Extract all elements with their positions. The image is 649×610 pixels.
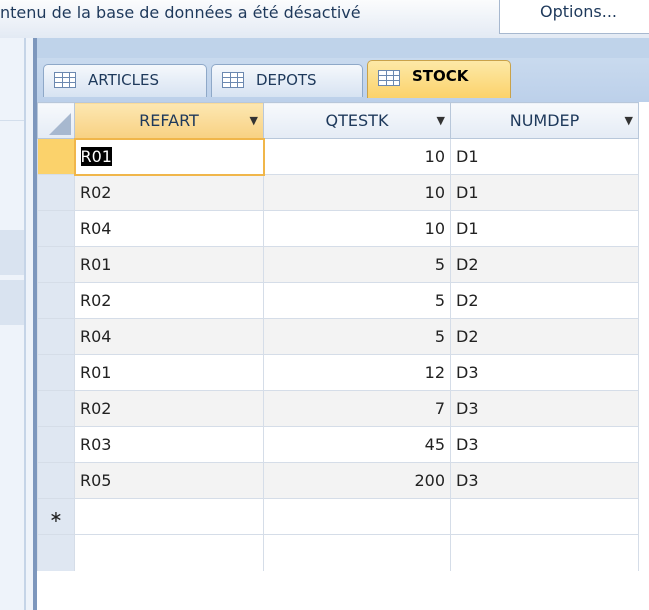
cell-numdep[interactable]: D2	[450, 318, 639, 355]
cell-qtestk[interactable]: 10	[263, 210, 451, 247]
cell-qtestk[interactable]: 10	[263, 138, 451, 175]
tab-label: STOCK	[412, 67, 469, 85]
record-selector[interactable]	[37, 354, 75, 391]
table-row[interactable]: R02 10 D1	[37, 174, 639, 211]
empty-cell	[450, 534, 639, 571]
cell-value: R01	[80, 255, 112, 274]
column-header-label: QTESTK	[325, 111, 389, 130]
column-header-qtestk[interactable]: ▼ QTESTK	[263, 102, 451, 139]
cell-refart[interactable]: R01	[73, 137, 265, 176]
empty-cell	[37, 534, 75, 571]
document-tab-strip: ARTICLES DEPOTS STOCK	[37, 58, 649, 102]
record-selector[interactable]	[37, 174, 75, 211]
cell-numdep[interactable]: D1	[450, 174, 639, 211]
cell-refart[interactable]: R05	[74, 462, 264, 499]
tab-label: ARTICLES	[88, 71, 160, 89]
cell-refart[interactable]: R01	[74, 246, 264, 283]
cell-numdep[interactable]	[450, 498, 639, 535]
nav-group-strip[interactable]	[0, 230, 24, 275]
column-header-label: REFART	[139, 110, 199, 130]
cell-numdep[interactable]: D1	[450, 210, 639, 247]
cell-qtestk[interactable]: 45	[263, 426, 451, 463]
record-selector[interactable]	[37, 210, 75, 247]
table-row[interactable]: R02 7 D3	[37, 390, 639, 427]
cell-value: R04	[80, 219, 112, 238]
table-row[interactable]: R01 5 D2	[37, 246, 639, 283]
datasheet-view: ▼ REFART ▼ QTESTK ▼ NUMDEP R01 10 D1 R02…	[37, 102, 649, 610]
cell-value: R04	[80, 327, 112, 346]
table-row[interactable]: R03 45 D3	[37, 426, 639, 463]
cell-refart[interactable]: R02	[74, 174, 264, 211]
column-header-label: NUMDEP	[509, 111, 580, 130]
cell-refart[interactable]	[74, 498, 264, 535]
cell-numdep[interactable]: D3	[450, 354, 639, 391]
cell-value: R05	[80, 471, 112, 490]
new-record-icon[interactable]: ∗	[37, 498, 75, 535]
cell-numdep[interactable]: D3	[450, 390, 639, 427]
cell-qtestk[interactable]: 200	[263, 462, 451, 499]
cell-value: R02	[80, 291, 112, 310]
cell-refart[interactable]: R04	[74, 318, 264, 355]
empty-cell	[74, 534, 264, 571]
cell-numdep[interactable]: D3	[450, 462, 639, 499]
navigation-pane[interactable]	[0, 38, 36, 610]
cell-qtestk[interactable]: 5	[263, 318, 451, 355]
datasheet-table-icon	[378, 70, 400, 86]
select-all-button[interactable]	[37, 102, 75, 139]
cell-qtestk[interactable]: 5	[263, 246, 451, 283]
table-row[interactable]: R01 12 D3	[37, 354, 639, 391]
table-row[interactable]: R04 10 D1	[37, 210, 639, 247]
new-record-row[interactable]: ∗	[37, 498, 639, 535]
options-button[interactable]: Options...	[499, 0, 649, 34]
header-row: ▼ REFART ▼ QTESTK ▼ NUMDEP	[37, 102, 639, 139]
cell-qtestk[interactable]: 12	[263, 354, 451, 391]
cell-refart[interactable]: R02	[74, 390, 264, 427]
cell-refart[interactable]: R04	[74, 210, 264, 247]
select-all-triangle-icon	[49, 113, 71, 135]
record-selector[interactable]	[37, 390, 75, 427]
datasheet-table-icon	[222, 72, 244, 88]
message-bar: ntenu de la base de données a été désact…	[0, 0, 649, 39]
record-selector[interactable]	[37, 318, 75, 355]
nav-pane-edge	[24, 38, 26, 610]
cell-qtestk[interactable]: 5	[263, 282, 451, 319]
cell-value: R01	[80, 363, 112, 382]
tab-label: DEPOTS	[256, 71, 317, 89]
table-row[interactable]: R05 200 D3	[37, 462, 639, 499]
cell-numdep[interactable]: D3	[450, 426, 639, 463]
table-row[interactable]: R01 10 D1	[37, 137, 639, 176]
record-selector[interactable]	[37, 426, 75, 463]
cell-value: R01	[80, 147, 112, 166]
nav-group-strip[interactable]	[0, 280, 24, 325]
cell-numdep[interactable]: D1	[450, 138, 639, 175]
tab-articles[interactable]: ARTICLES	[43, 64, 207, 97]
cell-qtestk[interactable]: 10	[263, 174, 451, 211]
stock-datasheet: ▼ REFART ▼ QTESTK ▼ NUMDEP R01 10 D1 R02…	[37, 102, 639, 571]
tab-depots[interactable]: DEPOTS	[211, 64, 363, 97]
table-row[interactable]: R02 5 D2	[37, 282, 639, 319]
nav-divider	[0, 120, 24, 121]
record-selector[interactable]	[37, 138, 75, 175]
cell-qtestk[interactable]	[263, 498, 451, 535]
column-header-refart[interactable]: ▼ REFART	[74, 102, 264, 139]
cell-value: R03	[80, 435, 112, 454]
cell-refart[interactable]: R01	[74, 354, 264, 391]
cell-qtestk[interactable]: 7	[263, 390, 451, 427]
cell-refart[interactable]: R02	[74, 282, 264, 319]
table-row[interactable]: R04 5 D2	[37, 318, 639, 355]
cell-value: R02	[80, 183, 112, 203]
cell-numdep[interactable]: D2	[450, 282, 639, 319]
record-selector[interactable]	[37, 282, 75, 319]
empty-cell	[263, 534, 451, 571]
cell-refart[interactable]: R03	[74, 426, 264, 463]
cell-numdep[interactable]: D2	[450, 246, 639, 283]
security-warning-text: ntenu de la base de données a été désact…	[0, 3, 361, 22]
record-selector[interactable]	[37, 246, 75, 283]
column-header-numdep[interactable]: ▼ NUMDEP	[450, 102, 639, 139]
empty-row	[37, 534, 639, 571]
tab-stock[interactable]: STOCK	[367, 60, 511, 98]
cell-value: R02	[80, 399, 112, 418]
record-selector[interactable]	[37, 462, 75, 499]
datasheet-table-icon	[54, 72, 76, 88]
